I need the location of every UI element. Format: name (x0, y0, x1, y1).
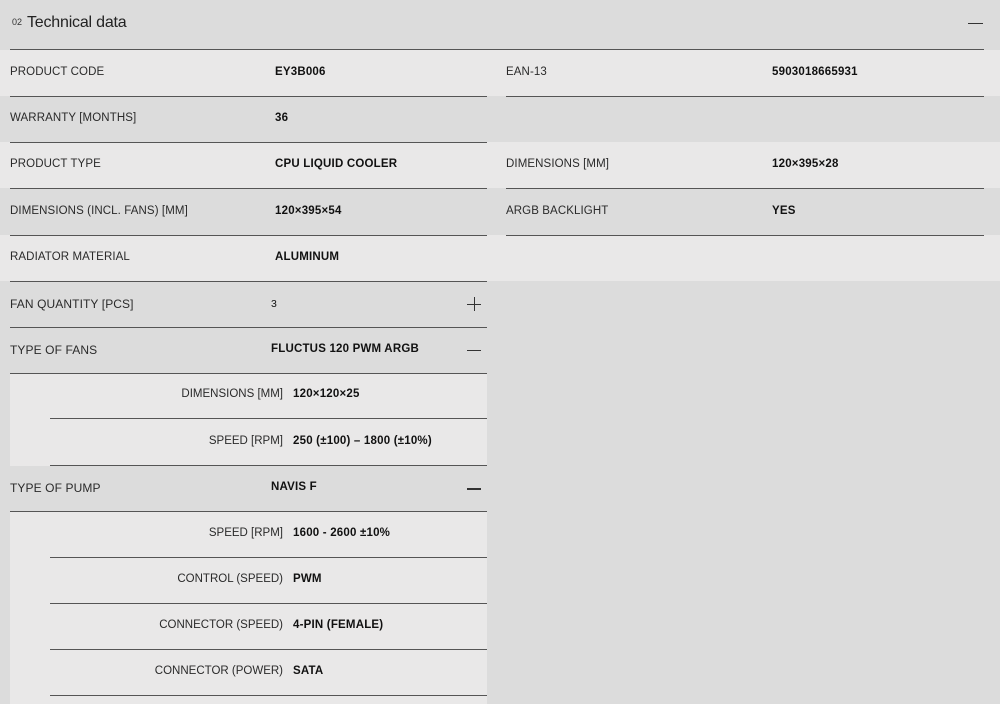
spec-label: ARGB BACKLIGHT (506, 205, 609, 217)
row-divider (10, 281, 487, 282)
spec-label: WARRANTY [MONTHS] (10, 112, 137, 124)
spec-label: PRODUCT TYPE (10, 158, 101, 170)
row-divider (10, 188, 487, 189)
section-number: 02 (12, 17, 23, 27)
row-divider (50, 649, 487, 650)
spec-label: DIMENSIONS [MM] (506, 158, 610, 170)
collapse-minus-icon[interactable] (466, 342, 482, 358)
expand-plus-icon[interactable] (466, 296, 482, 312)
spec-label: RADIATOR MATERIAL (10, 251, 130, 263)
row-divider (50, 695, 487, 696)
spec-value: EY3B006 (275, 66, 326, 78)
row-divider (50, 557, 487, 558)
spec-label: FAN QUANTITY [PCS] (10, 297, 134, 311)
detail-label: CONNECTOR (POWER) (154, 665, 283, 677)
detail-label: CONTROL (SPEED) (177, 573, 283, 585)
detail-value: 1600 - 2600 ±10% (293, 527, 391, 539)
row-divider (506, 235, 984, 236)
row-divider (506, 188, 984, 189)
detail-value: 250 (±100) – 1800 (±10%) (293, 435, 432, 447)
spec-value: ALUMINUM (275, 251, 340, 263)
detail-value: SATA (293, 665, 324, 677)
spec-value: NAVIS F (271, 481, 317, 493)
spec-value: FLUCTUS 120 PWM ARGB (271, 343, 419, 355)
spec-value: 120×395×54 (275, 205, 342, 217)
spec-value: 5903018665931 (772, 66, 858, 78)
row-divider (10, 142, 487, 143)
spec-value: CPU LIQUID COOLER (275, 158, 398, 170)
detail-label: SPEED [RPM] (208, 435, 283, 447)
collapse-minus-icon[interactable] (466, 480, 482, 496)
spec-label: PRODUCT CODE (10, 66, 105, 78)
detail-label: SPEED [RPM] (208, 527, 283, 539)
row-divider (50, 603, 487, 604)
detail-value: 4-PIN (FEMALE) (293, 619, 384, 631)
row-band (0, 142, 1000, 188)
detail-value: 120×120×25 (293, 388, 360, 400)
detail-value: PWM (293, 573, 322, 585)
spec-value: 120×395×28 (772, 158, 839, 170)
spec-label: TYPE OF FANS (10, 343, 98, 357)
row-divider (10, 235, 487, 236)
section-title: Technical data (27, 14, 127, 31)
row-divider (10, 327, 487, 328)
spec-label: DIMENSIONS (INCL. FANS) [MM] (10, 205, 188, 217)
detail-label: DIMENSIONS [MM] (181, 388, 283, 400)
spec-value: YES (772, 205, 796, 217)
row-divider (506, 96, 984, 97)
spec-label: TYPE OF PUMP (10, 481, 101, 495)
row-divider (50, 418, 487, 419)
spec-value: 3 (271, 298, 278, 310)
spec-value: 36 (275, 112, 289, 124)
row-band (0, 235, 1000, 281)
row-divider (50, 465, 487, 466)
row-divider (10, 96, 487, 97)
collapse-section-icon[interactable] (966, 14, 984, 32)
spec-label: EAN-13 (506, 66, 547, 78)
detail-label: CONNECTOR (SPEED) (159, 619, 283, 631)
